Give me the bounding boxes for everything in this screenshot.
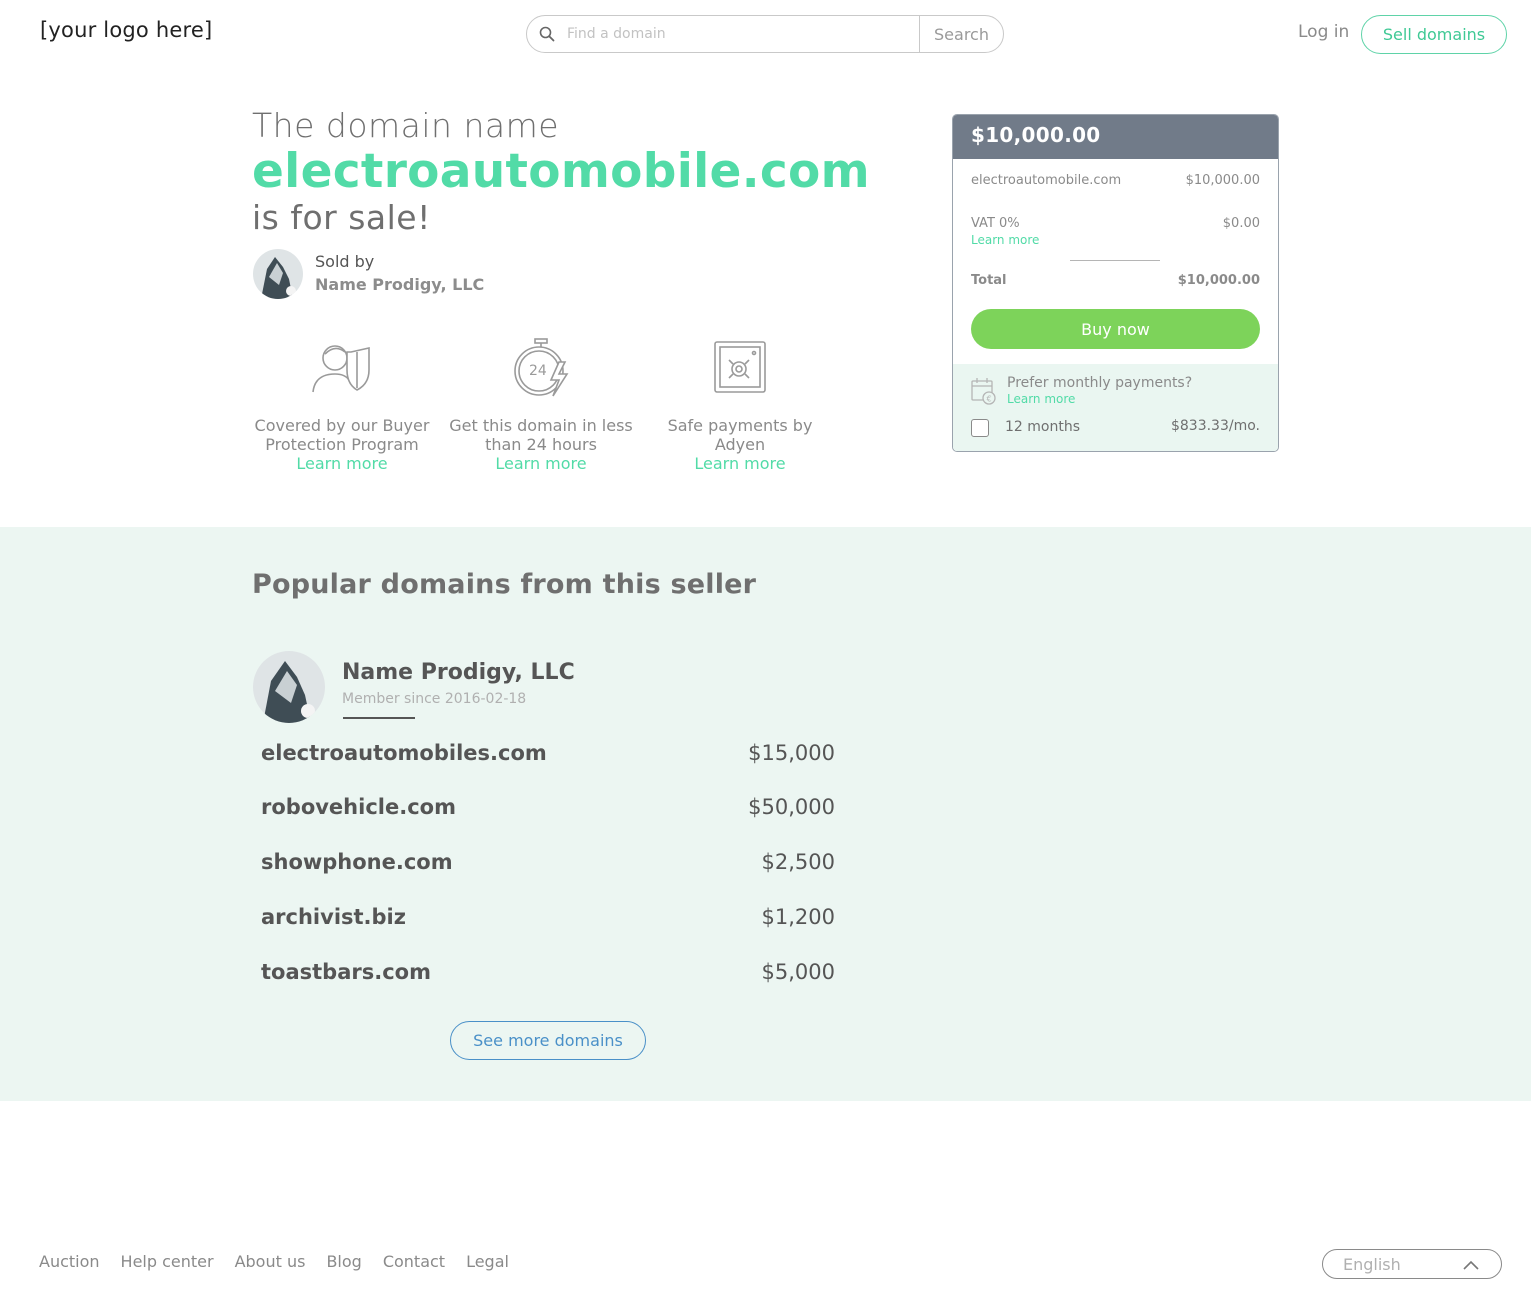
feature-buyer-protection: Covered by our Buyer Protection Program … <box>242 338 442 473</box>
domain-price: $1,200 <box>761 905 835 929</box>
hero-intro: The domain name <box>252 106 560 145</box>
domain-row[interactable]: electroautomobiles.com $15,000 <box>261 741 835 765</box>
search-bar: Search <box>526 15 1004 53</box>
footer-link-legal[interactable]: Legal <box>466 1252 509 1271</box>
calendar-icon: € <box>971 377 997 409</box>
monthly-learn-more-link[interactable]: Learn more <box>1007 392 1075 406</box>
card-divider <box>1070 260 1160 261</box>
card-total-price: $10,000.00 <box>1177 273 1260 288</box>
domain-price: $2,500 <box>761 850 835 874</box>
feature-safe-payments-text: Safe payments by Adyen <box>667 416 813 454</box>
card-vat-price: $0.00 <box>1222 216 1260 231</box>
domain-row[interactable]: showphone.com $2,500 <box>261 850 835 874</box>
domain-price: $50,000 <box>748 795 835 819</box>
member-since: Member since 2016-02-18 <box>342 691 527 707</box>
feature-24-hours-link[interactable]: Learn more <box>441 454 641 473</box>
footer-link-about-us[interactable]: About us <box>235 1252 306 1271</box>
chevron-up-icon <box>1463 1255 1479 1274</box>
domain-name[interactable]: showphone.com <box>261 850 453 874</box>
domain-row[interactable]: toastbars.com $5,000 <box>261 960 835 984</box>
card-price: $10,000.00 <box>953 115 1278 159</box>
feature-24-hours-text: Get this domain in less than 24 hours <box>449 416 633 454</box>
sell-domains-button[interactable]: Sell domains <box>1361 15 1507 54</box>
footer-link-auction[interactable]: Auction <box>39 1252 100 1271</box>
logo[interactable]: [your logo here] <box>40 18 212 42</box>
login-link[interactable]: Log in <box>1298 22 1349 42</box>
feature-24-hours: 24 Get this domain in less than 24 hours… <box>441 338 641 473</box>
feature-safe-payments-link[interactable]: Learn more <box>640 454 840 473</box>
feature-safe-payments: Safe payments by Adyen Learn more <box>640 338 840 473</box>
domain-row[interactable]: archivist.biz $1,200 <box>261 905 835 929</box>
domain-name[interactable]: electroautomobiles.com <box>261 741 547 765</box>
card-item-row: electroautomobile.com $10,000.00 <box>971 173 1260 189</box>
language-selector[interactable]: English <box>1322 1249 1502 1279</box>
domain-name[interactable]: robovehicle.com <box>261 795 456 819</box>
feature-buyer-protection-link[interactable]: Learn more <box>242 454 442 473</box>
footer-link-contact[interactable]: Contact <box>383 1252 445 1271</box>
footer-link-help-center[interactable]: Help center <box>121 1252 214 1271</box>
seller-avatar <box>253 249 303 299</box>
card-item-label: electroautomobile.com <box>971 173 1122 188</box>
card-total-row: Total $10,000.00 <box>971 273 1260 288</box>
language-value: English <box>1343 1254 1401 1274</box>
hero-domain-name: electroautomobile.com <box>252 144 870 199</box>
sold-by-label: Sold by <box>315 252 375 271</box>
search-input[interactable] <box>567 16 919 52</box>
domain-price: $15,000 <box>748 741 835 765</box>
seller-avatar-large <box>253 651 325 723</box>
svg-text:€: € <box>987 395 992 404</box>
monthly-checkbox[interactable] <box>971 419 989 437</box>
24-hours-icon: 24 <box>441 338 641 404</box>
domain-row[interactable]: robovehicle.com $50,000 <box>261 795 835 819</box>
search-icon <box>527 16 567 52</box>
price-card: $10,000.00 electroautomobile.com $10,000… <box>952 114 1279 452</box>
footer-link-blog[interactable]: Blog <box>326 1252 361 1271</box>
footer-nav: Auction Help center About us Blog Contac… <box>39 1252 509 1271</box>
monthly-payments-panel: € Prefer monthly payments? Learn more 12… <box>953 364 1278 451</box>
monthly-question: Prefer monthly payments? <box>1007 375 1193 391</box>
domain-price: $5,000 <box>761 960 835 984</box>
safe-icon <box>640 338 840 404</box>
search-button[interactable]: Search <box>919 16 1003 52</box>
monthly-amount: $833.33/mo. <box>1170 418 1260 434</box>
card-item-price: $10,000.00 <box>1185 173 1260 188</box>
see-more-domains-button[interactable]: See more domains <box>450 1021 646 1060</box>
card-vat-row: VAT 0% $0.00 <box>971 216 1260 231</box>
buyer-protection-icon <box>242 338 442 404</box>
domain-name[interactable]: archivist.biz <box>261 905 406 929</box>
seller-underline <box>343 717 415 719</box>
popular-domains-section: Popular domains from this seller Name Pr… <box>0 527 1531 1101</box>
vat-learn-more-link[interactable]: Learn more <box>971 233 1039 247</box>
card-vat-label: VAT 0% <box>971 216 1020 231</box>
domain-name[interactable]: toastbars.com <box>261 960 431 984</box>
feature-buyer-protection-text: Covered by our Buyer Protection Program <box>254 416 430 454</box>
buy-now-button[interactable]: Buy now <box>971 309 1260 349</box>
seller-name[interactable]: Name Prodigy, LLC <box>315 275 484 294</box>
popular-domains-title: Popular domains from this seller <box>252 569 757 600</box>
card-total-label: Total <box>971 273 1007 288</box>
monthly-term: 12 months <box>1005 419 1080 435</box>
hero-for-sale: is for sale! <box>252 198 431 237</box>
svg-text:24: 24 <box>529 363 547 379</box>
seller-profile-name[interactable]: Name Prodigy, LLC <box>342 660 575 685</box>
